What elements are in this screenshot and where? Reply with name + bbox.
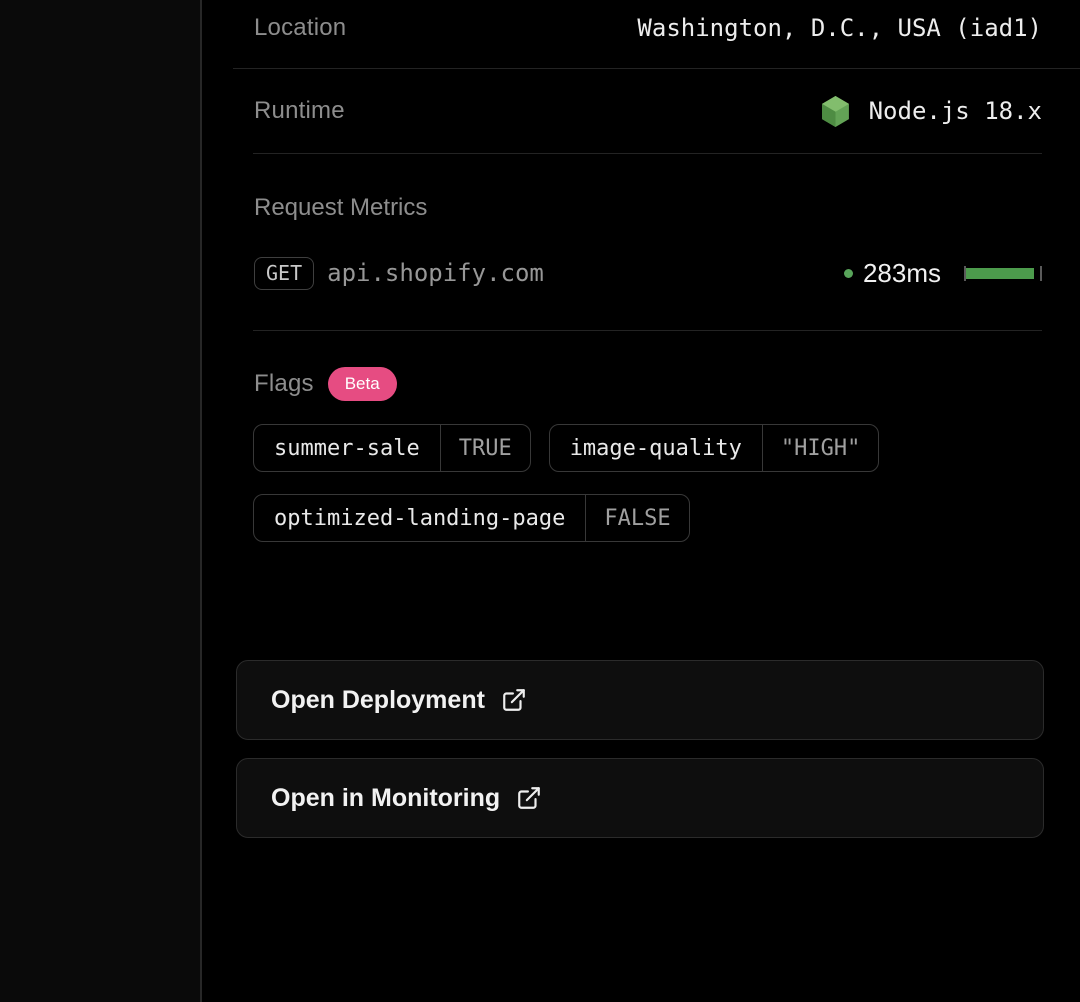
latency-bar-track bbox=[964, 266, 1042, 281]
nodejs-icon bbox=[819, 95, 852, 128]
flag-value: TRUE bbox=[441, 425, 530, 471]
runtime-value: Node.js 18.x bbox=[819, 95, 1042, 128]
open-deployment-label: Open Deployment bbox=[271, 686, 485, 715]
flag-key: image-quality bbox=[550, 425, 763, 471]
location-row: Location Washington, D.C., USA (iad1) bbox=[204, 0, 1080, 68]
open-deployment-button[interactable]: Open Deployment bbox=[236, 660, 1044, 740]
request-endpoint: GET api.shopify.com bbox=[254, 257, 544, 290]
flag-chips: summer-sale TRUE image-quality "HIGH" op… bbox=[253, 424, 1042, 542]
runtime-version: Node.js 18.x bbox=[869, 97, 1042, 125]
external-link-icon bbox=[501, 687, 527, 713]
deployment-details-panel: Location Washington, D.C., USA (iad1) Ru… bbox=[204, 0, 1080, 1002]
flags-header: Flags Beta bbox=[254, 364, 1042, 404]
flag-value: "HIGH" bbox=[763, 425, 878, 471]
action-buttons: Open Deployment Open in Monitoring bbox=[236, 660, 1044, 838]
location-label: Location bbox=[254, 14, 346, 42]
request-url: api.shopify.com bbox=[327, 259, 544, 287]
beta-badge: Beta bbox=[328, 367, 397, 401]
left-sidebar bbox=[0, 0, 202, 1002]
location-value: Washington, D.C., USA (iad1) bbox=[637, 14, 1042, 42]
flags-label: Flags bbox=[254, 370, 314, 398]
divider bbox=[253, 153, 1042, 154]
flag-chip: image-quality "HIGH" bbox=[549, 424, 880, 472]
open-monitoring-label: Open in Monitoring bbox=[271, 784, 500, 813]
http-method-badge: GET bbox=[254, 257, 314, 290]
request-metrics-title: Request Metrics bbox=[254, 194, 1042, 222]
open-monitoring-button[interactable]: Open in Monitoring bbox=[236, 758, 1044, 838]
flag-value: FALSE bbox=[586, 495, 688, 541]
flag-chip: summer-sale TRUE bbox=[253, 424, 531, 472]
request-row: GET api.shopify.com 283ms bbox=[204, 254, 1080, 292]
latency-value: 283ms bbox=[863, 258, 941, 289]
request-latency-group: 283ms bbox=[844, 258, 1042, 289]
flag-key: summer-sale bbox=[254, 425, 441, 471]
runtime-label: Runtime bbox=[254, 97, 345, 125]
status-dot-icon bbox=[844, 269, 853, 278]
runtime-row: Runtime Node.js 18.x bbox=[204, 69, 1080, 153]
external-link-icon bbox=[516, 785, 542, 811]
latency-bar-fill bbox=[966, 268, 1034, 279]
flag-key: optimized-landing-page bbox=[254, 495, 586, 541]
flag-chip: optimized-landing-page FALSE bbox=[253, 494, 690, 542]
divider bbox=[253, 330, 1042, 331]
